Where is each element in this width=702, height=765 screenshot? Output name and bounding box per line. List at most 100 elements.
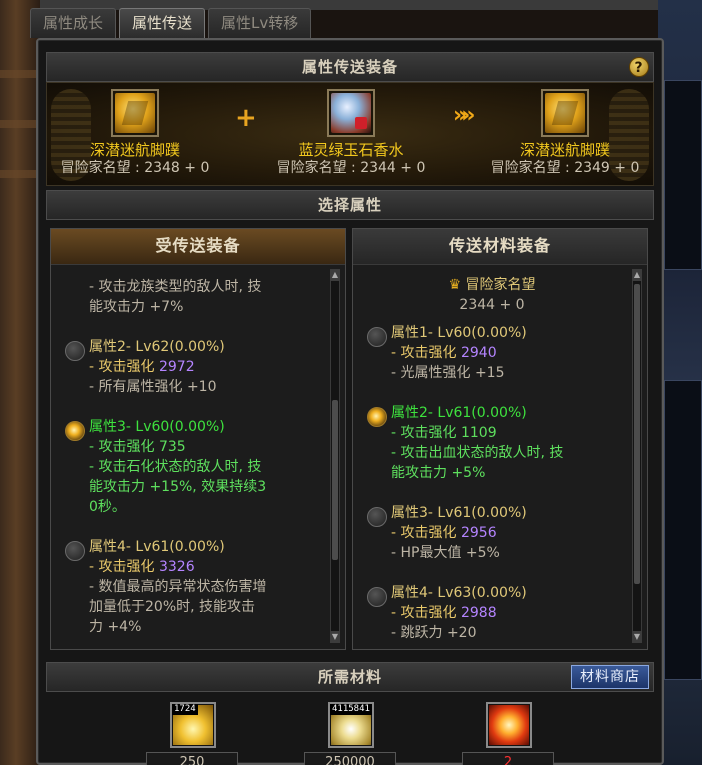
attr-line-label: - 攻击强化 xyxy=(391,425,457,441)
starburst-icon xyxy=(489,705,529,745)
game-background-left xyxy=(0,0,40,765)
attribute-2-block: 属性2- Lv61(0.00%) - 攻击强化 1109 - 攻击出血状态的敌人… xyxy=(391,403,617,483)
tab-attribute-growth[interactable]: 属性成长 xyxy=(30,8,117,38)
attr-title: 属性2- Lv61(0.00%) xyxy=(391,405,527,421)
attr-line: - 攻击龙族类型的敌人时, 技 xyxy=(89,279,262,295)
receiving-equipment-panel: 受传送装备 - 攻击龙族类型的敌人时, 技 能攻击力 +7% 属性2- Lv62… xyxy=(50,228,346,650)
attr-line: 能攻击力 +5% xyxy=(391,465,486,481)
attr-line-label: - 攻击强化 xyxy=(391,345,457,361)
material-equipment-panel: 传送材料装备 ♛ 冒险家名望 2344 + 0 属性1- Lv60(0.00%)… xyxy=(352,228,648,650)
material-equipment-title: 传送材料装备 xyxy=(353,229,647,265)
attribute-2-radio[interactable] xyxy=(65,341,85,361)
attr-line-label: - 攻击强化 xyxy=(391,525,457,541)
arrow-right-icon: »» xyxy=(453,103,476,128)
materials-section-title: 所需材料 xyxy=(317,668,382,686)
attr-line: 能攻击力 +15%, 效果持续3 xyxy=(89,479,267,495)
material-required-count: 250 xyxy=(146,752,238,765)
scroll-up-arrow-icon[interactable]: ▲ xyxy=(330,269,340,281)
attr-line: - 攻击石化状态的敌人时, 技 xyxy=(89,459,262,475)
attribute-4-block: 属性4- Lv61(0.00%) - 攻击强化 3326 - 数值最高的异常状态… xyxy=(89,537,315,637)
attr-title: 属性3- Lv61(0.00%) xyxy=(391,505,527,521)
attr-value: 1109 xyxy=(460,425,497,441)
scroll-down-arrow-icon[interactable]: ▼ xyxy=(632,631,642,643)
result-item-slot[interactable] xyxy=(541,89,589,137)
game-background-right xyxy=(658,0,702,765)
attr-value: 2972 xyxy=(158,359,195,375)
scroll-down-arrow-icon[interactable]: ▼ xyxy=(330,631,340,643)
material-item-slot[interactable] xyxy=(327,89,375,137)
attribute-4-block: 属性4- Lv63(0.00%) - 攻击强化 2988 - 跳跃力 +20 xyxy=(391,583,617,643)
result-item-reputation: 冒险家名望 : 2349 + 0 xyxy=(490,160,640,176)
attribute-2-block: 属性2- Lv62(0.00%) - 攻击强化 2972 - 所有属性强化 +1… xyxy=(89,337,315,397)
scroll-thumb[interactable] xyxy=(332,400,338,560)
equip-section-header: 属性传送装备 ? xyxy=(46,52,654,82)
tab-attribute-transfer[interactable]: 属性传送 xyxy=(119,8,206,38)
attr-line: - 光属性强化 +15 xyxy=(391,365,505,381)
material-slot[interactable] xyxy=(486,702,532,748)
attr-value: 3326 xyxy=(158,559,195,575)
attr-line: 加量低于20%时, 技能攻击 xyxy=(89,599,256,615)
material-item-name: 蓝灵绿玉石香水 xyxy=(298,141,404,159)
scroll-up-arrow-icon[interactable]: ▲ xyxy=(632,269,642,281)
material-stock: 4115841 xyxy=(330,704,372,715)
attr-line-label: - 攻击强化 xyxy=(89,359,155,375)
attribute-3-radio[interactable] xyxy=(367,507,387,527)
attr-line: 0秒。 xyxy=(89,499,126,515)
material-required-count: 250000 xyxy=(304,752,396,765)
source-item-reputation: 冒险家名望 : 2348 + 0 xyxy=(60,160,210,176)
attr-value: 735 xyxy=(158,439,186,455)
golden-tunic-icon xyxy=(545,93,585,133)
attr-line: - 攻击出血状态的敌人时, 技 xyxy=(391,445,564,461)
material-required-count: 2 xyxy=(462,752,554,765)
attribute-fragment: - 攻击龙族类型的敌人时, 技 能攻击力 +7% xyxy=(89,277,315,317)
attr-title: 属性3- Lv60(0.00%) xyxy=(89,419,225,435)
result-item-name: 深潜迷航脚蹼 xyxy=(519,141,610,159)
attribute-3-radio[interactable] xyxy=(65,421,85,441)
transfer-window: 属性传送装备 ? 深潜迷航脚蹼 冒险家名望 : 2348 + 0 + 蓝灵绿玉石… xyxy=(36,38,664,765)
perfume-potion-icon xyxy=(331,93,371,133)
scroll-thumb[interactable] xyxy=(634,284,640,584)
help-icon[interactable]: ? xyxy=(629,57,649,77)
attr-line: - HP最大值 +5% xyxy=(391,545,500,561)
material-item-reputation: 冒险家名望 : 2344 + 0 xyxy=(276,160,426,176)
transfer-strip: 深潜迷航脚蹼 冒险家名望 : 2348 + 0 + 蓝灵绿玉石香水 冒险家名望 … xyxy=(46,82,654,186)
reputation-value: 2344 + 0 xyxy=(459,297,525,313)
attr-line-label: - 攻击强化 xyxy=(89,439,155,455)
golden-tunic-icon xyxy=(115,93,155,133)
material-slot[interactable]: 4115841 xyxy=(328,702,374,748)
attribute-2-radio[interactable] xyxy=(367,407,387,427)
select-section-title: 选择属性 xyxy=(317,196,382,214)
attr-line: 能攻击力 +7% xyxy=(89,299,184,315)
tab-bar: 属性成长 属性传送 属性Lv转移 xyxy=(30,8,314,40)
reputation-label: 冒险家名望 xyxy=(465,277,536,293)
attr-line-label: - 攻击强化 xyxy=(391,605,457,621)
source-item-slot[interactable] xyxy=(111,89,159,137)
equip-section-title: 属性传送装备 xyxy=(301,58,398,76)
tab-attribute-lv-move[interactable]: 属性Lv转移 xyxy=(208,8,312,38)
right-scrollbar[interactable]: ▲ ▼ xyxy=(632,269,642,643)
attr-title: 属性2- Lv62(0.00%) xyxy=(89,339,225,355)
attribute-1-radio[interactable] xyxy=(367,327,387,347)
receiving-equipment-title: 受传送装备 xyxy=(51,229,345,265)
attr-line-label: - 攻击强化 xyxy=(89,559,155,575)
attr-title: 属性4- Lv61(0.00%) xyxy=(89,539,225,555)
reputation-block: ♛ 冒险家名望 2344 + 0 xyxy=(373,275,611,315)
crown-icon: ♛ xyxy=(448,277,462,293)
attr-line: - 跳跃力 +20 xyxy=(391,625,477,641)
attr-value: 2940 xyxy=(460,345,497,361)
select-section-header: 选择属性 xyxy=(46,190,654,220)
attr-title: 属性1- Lv60(0.00%) xyxy=(391,325,527,341)
materials-section-header: 所需材料 材料商店 xyxy=(46,662,654,692)
plus-icon: + xyxy=(235,103,257,133)
attribute-4-radio[interactable] xyxy=(367,587,387,607)
attribute-3-block: 属性3- Lv61(0.00%) - 攻击强化 2956 - HP最大值 +5% xyxy=(391,503,617,563)
attribute-4-radio[interactable] xyxy=(65,541,85,561)
attr-value: 2988 xyxy=(460,605,497,621)
attribute-1-block: 属性1- Lv60(0.00%) - 攻击强化 2940 - 光属性强化 +15 xyxy=(391,323,617,383)
material-stock: 1724 xyxy=(172,704,198,715)
attr-value: 2956 xyxy=(460,525,497,541)
left-scrollbar[interactable]: ▲ ▼ xyxy=(330,269,340,643)
material-shop-button[interactable]: 材料商店 xyxy=(571,665,649,689)
attribute-3-block: 属性3- Lv60(0.00%) - 攻击强化 735 - 攻击石化状态的敌人时… xyxy=(89,417,315,517)
material-slot[interactable]: 1724 xyxy=(170,702,216,748)
